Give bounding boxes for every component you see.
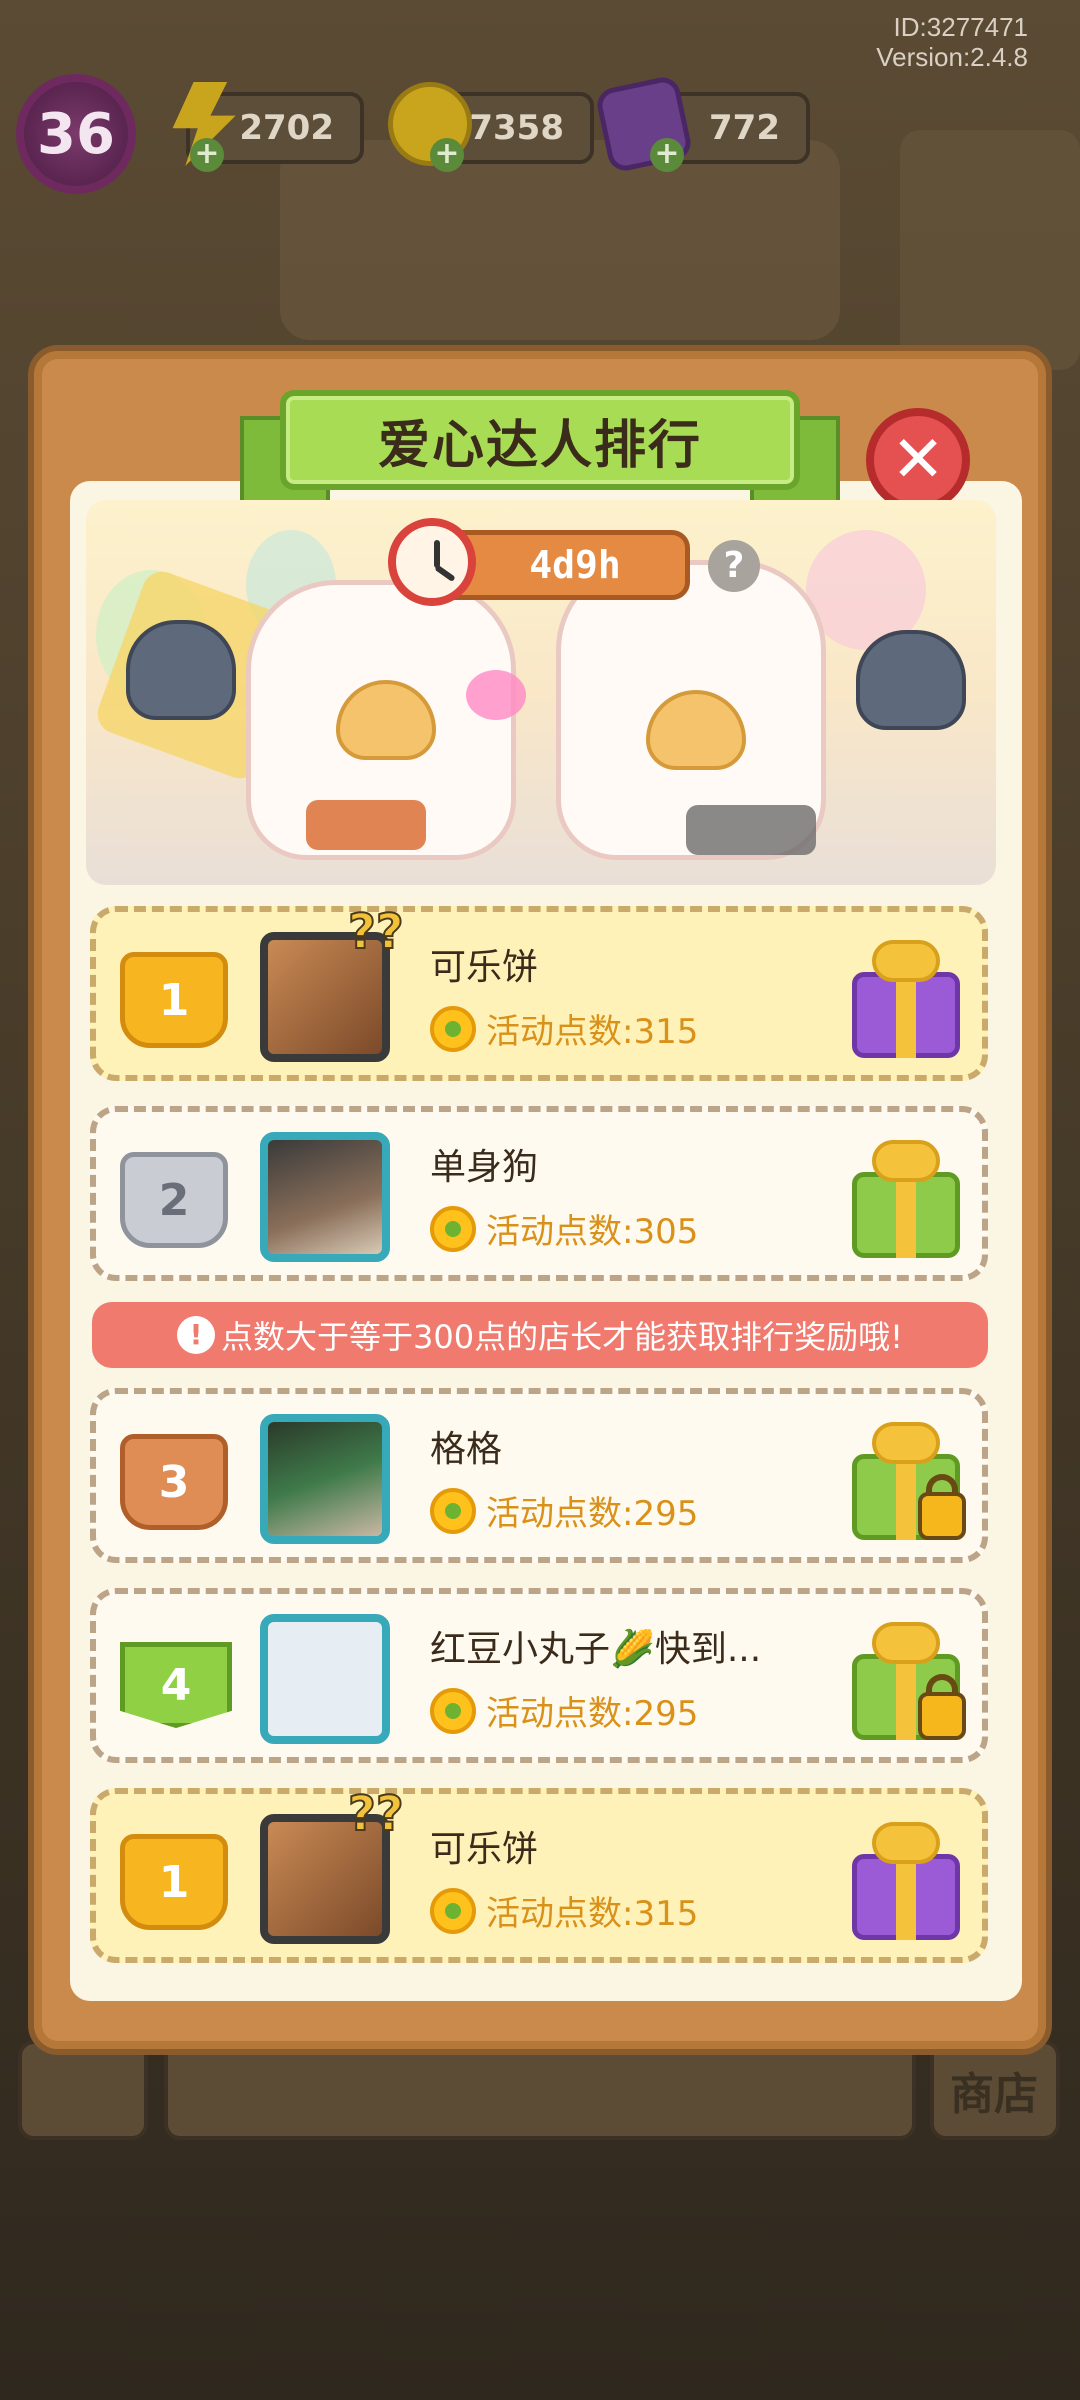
green-gift-icon[interactable]: [846, 1414, 966, 1544]
rank-number: 3: [120, 1434, 228, 1530]
ranking-row[interactable]: 2 单身狗 活动点数:305: [90, 1106, 988, 1281]
player-name: 可乐饼: [430, 947, 539, 988]
lock-icon: [918, 1692, 966, 1740]
bottom-left-button[interactable]: [18, 2040, 148, 2140]
my-ranking-row[interactable]: 1 ?? 可乐饼 活动点数:315: [90, 1785, 988, 1963]
flower-icon: [430, 1687, 476, 1734]
flower-icon: [430, 1005, 476, 1052]
player-name: 单身狗: [430, 1147, 539, 1188]
green-gift-icon[interactable]: [846, 1132, 966, 1262]
flower-icon: [430, 1487, 476, 1534]
points-label: 活动点数:305: [486, 1212, 699, 1252]
heart-icon: [466, 670, 526, 720]
green-gift-icon[interactable]: [846, 1614, 966, 1744]
clock-icon: [388, 518, 476, 606]
drum-decoration: [306, 800, 426, 850]
lock-icon: [918, 1492, 966, 1540]
player-name: 红豆小丸子🌽快到...: [430, 1629, 762, 1670]
purple-gift-icon[interactable]: [846, 1814, 966, 1944]
activity-points: 活动点数:295: [430, 1686, 698, 1735]
help-button[interactable]: ?: [708, 540, 760, 592]
points-label: 活动点数:315: [486, 1894, 699, 1934]
dialog-title-ribbon: 爱心达人排行: [240, 390, 840, 506]
avatar: [260, 1414, 390, 1544]
dialog-title: 爱心达人排行: [280, 390, 800, 490]
activity-points: 活动点数:305: [430, 1204, 698, 1253]
points-label: 活动点数:295: [486, 1694, 699, 1734]
rank-crown-gold: 1: [120, 1822, 228, 1930]
rank-crown-bronze: 3: [120, 1422, 228, 1530]
avatar-placeholder: [260, 1614, 390, 1744]
level-badge[interactable]: 36: [16, 74, 136, 194]
flower-icon: [430, 1205, 476, 1252]
rank-number: 4: [120, 1642, 232, 1728]
points-label: 活动点数:295: [486, 1494, 699, 1534]
bottom-center-bar: [164, 2040, 916, 2140]
add-gems-button[interactable]: +: [650, 138, 684, 172]
rank-crown-gold: 1: [120, 940, 228, 1048]
activity-points: 活动点数:295: [430, 1486, 698, 1535]
warning-icon: !: [177, 1316, 216, 1354]
player-name: 可乐饼: [430, 1829, 539, 1870]
gray-cat-left: [126, 620, 236, 720]
mystery-icon: ??: [347, 903, 405, 961]
player-name: 格格: [430, 1429, 503, 1470]
mystery-icon: ??: [347, 1785, 405, 1843]
shop-label: 商店: [950, 2069, 1038, 2120]
rank-number: 1: [120, 1834, 228, 1930]
pot-decoration: [686, 805, 816, 855]
rank-crown-silver: 2: [120, 1140, 228, 1248]
points-label: 活动点数:315: [486, 1012, 699, 1052]
purple-gift-icon[interactable]: [846, 932, 966, 1062]
version: Version:2.4.8: [876, 42, 1028, 72]
add-energy-button[interactable]: +: [190, 138, 224, 172]
ranking-row[interactable]: 1 ?? 可乐饼 活动点数:315: [90, 903, 988, 1081]
activity-points: 活动点数:315: [430, 1004, 698, 1053]
ranking-row[interactable]: 3 格格 活动点数:295: [90, 1388, 988, 1563]
build-info: ID:3277471 Version:2.4.8: [876, 12, 1028, 72]
rank-number: 1: [120, 952, 228, 1048]
notice-text: 点数大于等于300点的店长才能获取排行奖励哦!: [221, 1318, 903, 1356]
reward-notice: ! 点数大于等于300点的店长才能获取排行奖励哦!: [92, 1302, 988, 1368]
close-button[interactable]: ✕: [866, 408, 970, 512]
add-coins-button[interactable]: +: [430, 138, 464, 172]
flower-icon: [430, 1887, 476, 1934]
activity-points: 活动点数:315: [430, 1886, 698, 1935]
rank-flag: 4: [120, 1622, 232, 1730]
user-id: ID:3277471: [893, 12, 1028, 42]
rank-number: 2: [120, 1152, 228, 1248]
gray-cat-right: [856, 630, 966, 730]
ranking-row[interactable]: 4 红豆小丸子🌽快到... 活动点数:295: [90, 1588, 988, 1763]
avatar: [260, 1132, 390, 1262]
resource-bar: 36 2702 + 27358 + 772 +: [0, 70, 1080, 194]
